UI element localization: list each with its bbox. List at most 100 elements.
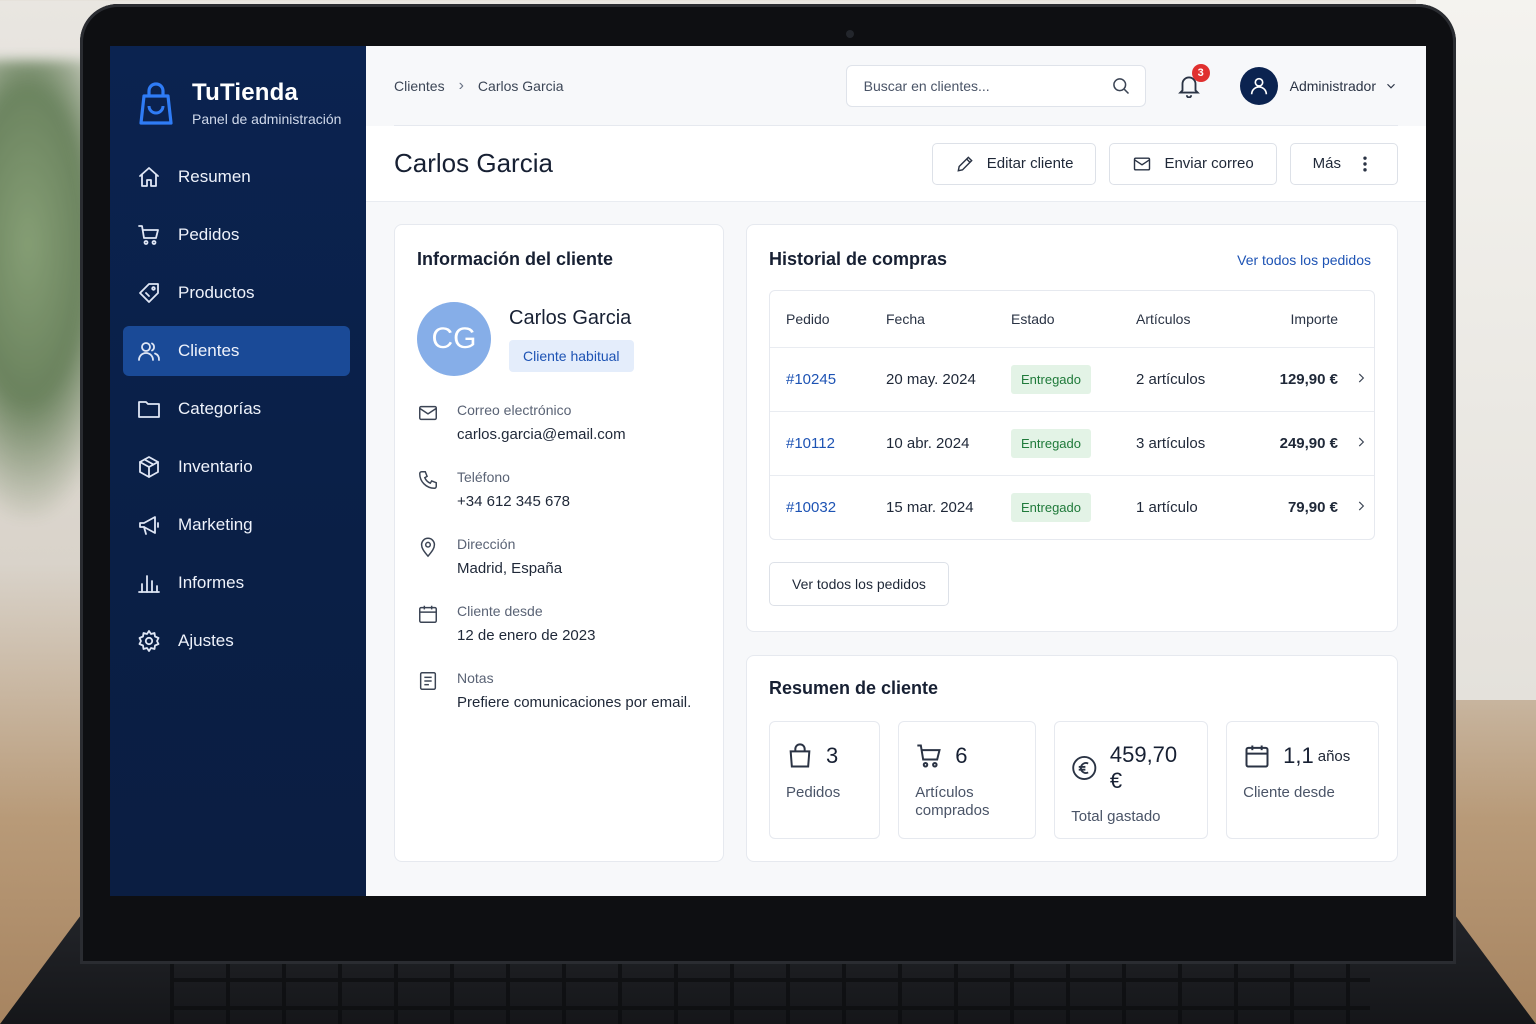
chevron-down-icon [1387, 83, 1395, 89]
sidebar-item-label: Clientes [178, 341, 240, 360]
sidebar-item-pedidos[interactable]: Pedidos [123, 210, 350, 260]
history-title: Historial de compras [769, 249, 948, 269]
send-email-label: Enviar correo [1164, 155, 1254, 172]
column-header: Estado [1011, 311, 1055, 327]
sidebar-item-clientes[interactable]: Clientes [123, 326, 350, 376]
table-row[interactable]: #10245 20 may. 2024 Entregado 2 artículo… [770, 347, 1374, 411]
sidebar-item-label: Categorías [178, 399, 262, 418]
more-label: Más [1312, 155, 1341, 172]
address-field: Dirección Madrid, España [417, 536, 701, 577]
client-name: Carlos Garcia [509, 306, 632, 329]
sidebar-item-label: Informes [178, 573, 245, 592]
send-email-button[interactable]: Enviar correo [1109, 142, 1277, 185]
sidebar-item-categorias[interactable]: Categorías [123, 384, 350, 434]
user-name: Administrador [1289, 77, 1376, 94]
client-summary-card: Resumen de cliente 3 Pedidos 6 Artículos… [746, 655, 1398, 862]
app-screen: TuTienda Panel de administración Resumen… [110, 46, 1426, 896]
sidebar-item-productos[interactable]: Productos [123, 268, 350, 318]
history-header: Historial de compras Ver todos los pedid… [769, 249, 1375, 270]
sidebar-item-informes[interactable]: Informes [123, 558, 350, 608]
page-actions: Editar cliente Enviar correo Más [931, 142, 1398, 185]
notifications-button[interactable]: 3 [1176, 63, 1210, 100]
summary-title: Resumen de cliente [769, 678, 939, 698]
breadcrumb: Clientes › Carlos Garcia [394, 77, 564, 95]
field-value: Madrid, España [457, 560, 563, 577]
webcam [846, 30, 854, 38]
brand[interactable]: TuTienda Panel de administración [110, 74, 366, 132]
notification-badge: 3 [1191, 63, 1210, 82]
stat-items: 6 Artículos comprados [898, 721, 1037, 839]
page-title: Carlos Garcia [394, 148, 553, 178]
order-link[interactable]: #10112 [786, 435, 886, 452]
order-items: 2 artículos [1136, 371, 1206, 388]
table-row[interactable]: #10032 15 mar. 2024 Entregado 1 artículo… [770, 475, 1374, 539]
purchase-history-card: Historial de compras Ver todos los pedid… [746, 224, 1398, 632]
client-profile: CG Carlos Garcia Cliente habitual [417, 302, 701, 376]
column-header: Fecha [886, 311, 925, 327]
search-input[interactable]: Buscar en clientes... [845, 64, 1146, 107]
phone-field: Teléfono +34 612 345 678 [417, 469, 701, 510]
column-header: Artículos [1136, 311, 1191, 327]
breadcrumb-parent[interactable]: Clientes [394, 78, 445, 94]
chevron-right-icon[interactable] [1354, 499, 1368, 513]
stat-label: Total gastado [1071, 808, 1161, 825]
stat-value: 6 [955, 743, 968, 768]
table-header-row: Pedido Fecha Estado Artículos Importe [770, 291, 1374, 347]
stat-client-since: 1,1 años Cliente desde [1226, 721, 1380, 839]
field-label: Teléfono [457, 469, 510, 485]
status-badge: Entregado [1011, 429, 1091, 458]
order-amount: 129,90 € [1279, 371, 1338, 388]
field-label: Notas [457, 670, 494, 686]
client-since-field: Cliente desde 12 de enero de 2023 [417, 603, 701, 644]
brand-name: TuTienda [192, 79, 299, 106]
user-menu[interactable]: Administrador [1239, 66, 1398, 105]
view-all-orders-button[interactable]: Ver todos los pedidos [769, 562, 949, 606]
search-placeholder: Buscar en clientes... [863, 77, 990, 94]
main-content: Clientes › Carlos Garcia Buscar en clien… [366, 46, 1426, 896]
pencil-icon [957, 155, 973, 172]
euro-icon [1072, 755, 1097, 781]
sidebar-item-ajustes[interactable]: Ajustes [123, 616, 350, 666]
bag-icon [789, 743, 811, 768]
sidebar-item-label: Productos [178, 283, 255, 302]
stat-label: Pedidos [786, 784, 841, 801]
more-button[interactable]: Más [1289, 142, 1398, 185]
stat-value: 459,70 € [1109, 742, 1178, 793]
status-badge: Entregado [1011, 365, 1091, 394]
field-value: +34 612 345 678 [457, 493, 571, 510]
email-field: Correo electrónico carlos.garcia@email.c… [417, 402, 701, 443]
order-date: 15 mar. 2024 [886, 499, 974, 516]
column-header: Importe [1290, 311, 1338, 327]
order-amount: 79,90 € [1287, 499, 1338, 516]
stat-value: 1,1 [1283, 743, 1314, 768]
calendar-icon [419, 605, 437, 623]
notes-field: Notas Prefiere comunicaciones por email. [417, 670, 701, 711]
edit-client-button[interactable]: Editar cliente [931, 142, 1097, 185]
order-link[interactable]: #10032 [786, 499, 886, 516]
sidebar-item-inventario[interactable]: Inventario [123, 442, 350, 492]
sidebar: TuTienda Panel de administración Resumen… [110, 46, 366, 896]
sidebar-item-marketing[interactable]: Marketing [123, 500, 350, 550]
column-header: Pedido [786, 311, 830, 327]
breadcrumb-current: Carlos Garcia [477, 77, 564, 94]
gear-icon [138, 630, 160, 652]
stat-value: 3 [826, 743, 839, 768]
chevron-right-icon[interactable] [1354, 435, 1368, 449]
sidebar-item-resumen[interactable]: Resumen [123, 152, 350, 202]
table-row[interactable]: #10112 10 abr. 2024 Entregado 3 artículo… [770, 411, 1374, 475]
chevron-right-icon[interactable] [1354, 371, 1368, 385]
stat-label: Artículos comprados [915, 784, 990, 819]
view-all-orders-link[interactable]: Ver todos los pedidos [1237, 252, 1371, 268]
phone-icon [419, 471, 437, 489]
edit-client-label: Editar cliente [986, 155, 1074, 172]
status-badge: Entregado [1011, 493, 1091, 522]
calendar-icon [1245, 745, 1269, 768]
mail-icon [419, 405, 437, 421]
search-icon[interactable] [1111, 76, 1131, 96]
orders-table: Pedido Fecha Estado Artículos Importe #1… [769, 290, 1375, 540]
stat-orders: 3 Pedidos [769, 721, 881, 839]
order-link[interactable]: #10245 [786, 371, 886, 388]
title-bar: Carlos Garcia Editar cliente Enviar corr… [366, 126, 1426, 202]
order-date: 20 may. 2024 [886, 371, 976, 388]
avatar [1239, 66, 1278, 105]
